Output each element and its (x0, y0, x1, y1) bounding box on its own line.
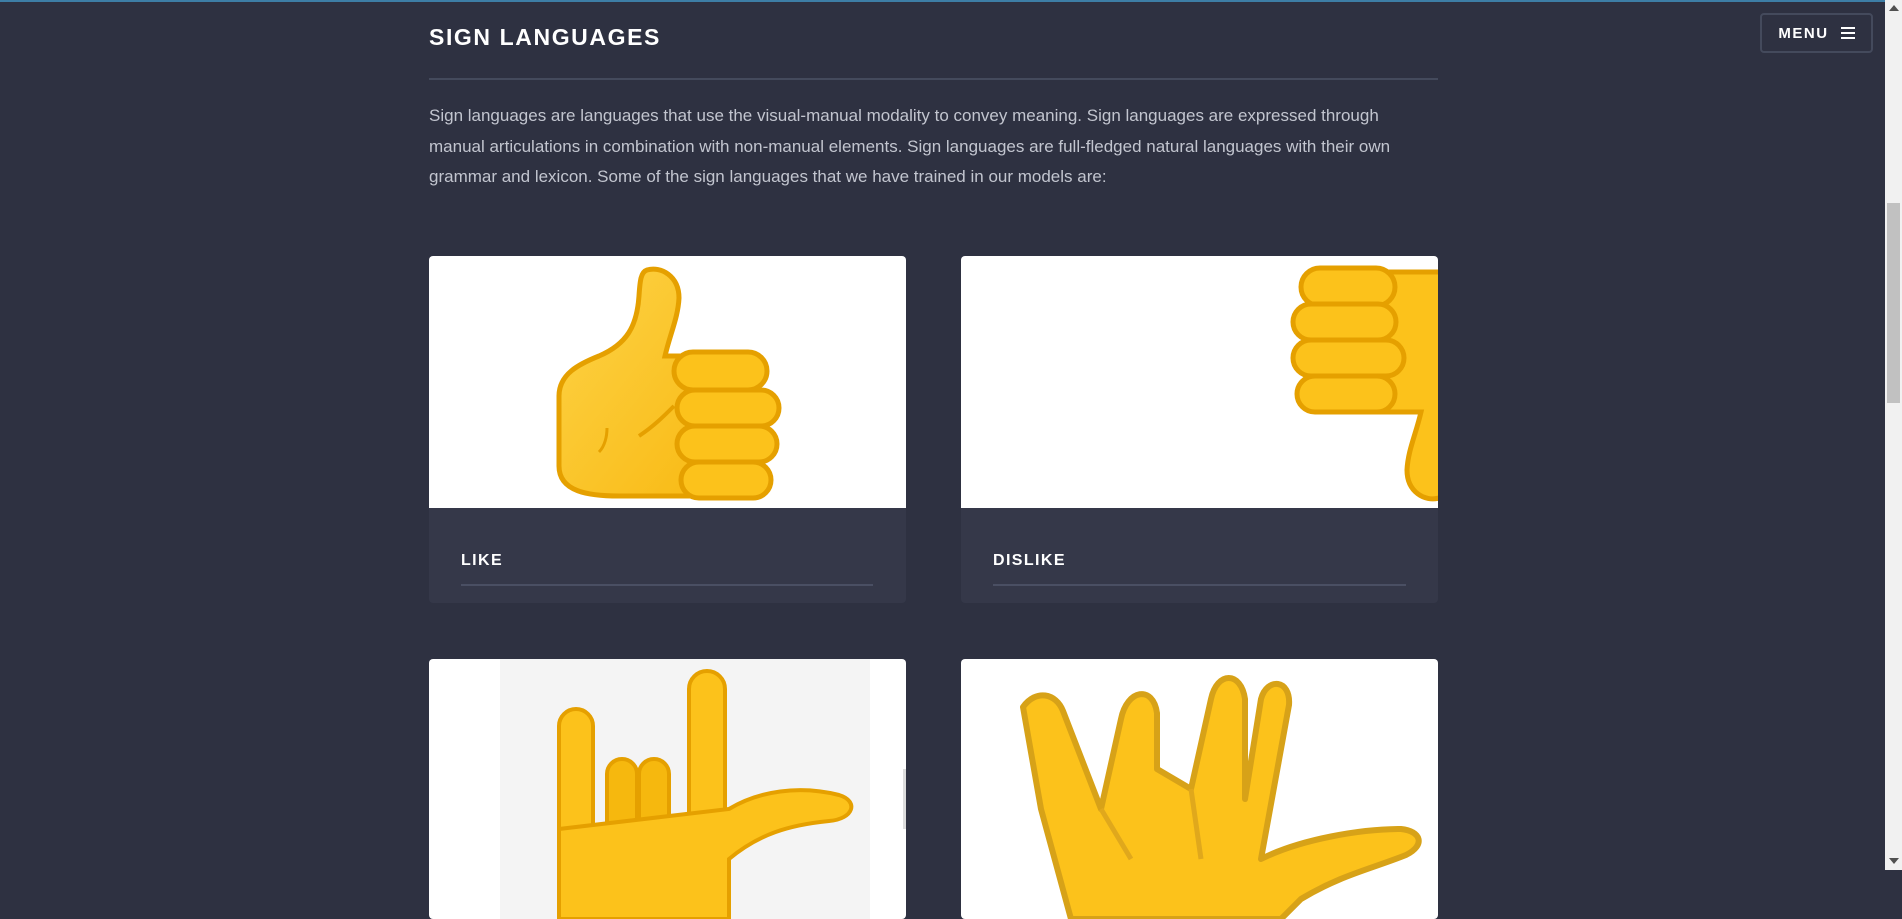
card-love-you-gesture[interactable] (429, 659, 906, 919)
card-divider (993, 584, 1406, 586)
love-you-gesture-icon (500, 659, 906, 919)
scrollbar-thumb[interactable] (1887, 203, 1900, 403)
section-intro: Sign languages are languages that use th… (429, 106, 1391, 186)
card-like[interactable]: LIKE (429, 256, 906, 603)
thumbs-up-icon (556, 266, 782, 501)
thumbs-down-icon (1290, 265, 1438, 502)
card-divider (461, 584, 873, 586)
card-title: DISLIKE (993, 552, 1066, 569)
card-image (429, 659, 906, 919)
card-title: LIKE (461, 552, 504, 569)
vulcan-salute-icon (1020, 675, 1422, 919)
card-image (429, 256, 906, 508)
hamburger-icon (1840, 27, 1855, 39)
card-image (961, 256, 1438, 508)
section-title: SIGN LANGUAGES (429, 24, 661, 50)
card-image (961, 659, 1438, 919)
scroll-down-arrow-icon[interactable] (1889, 858, 1899, 864)
card-vulcan-salute[interactable] (961, 659, 1438, 919)
card-dislike[interactable]: DISLIKE (961, 256, 1438, 603)
page-scrollbar[interactable] (1885, 0, 1902, 870)
menu-button[interactable]: MENU (1760, 13, 1873, 53)
scroll-up-arrow-icon[interactable] (1889, 5, 1899, 11)
menu-button-label: MENU (1778, 24, 1829, 42)
title-divider (429, 78, 1438, 80)
top-accent-line (0, 0, 1885, 2)
